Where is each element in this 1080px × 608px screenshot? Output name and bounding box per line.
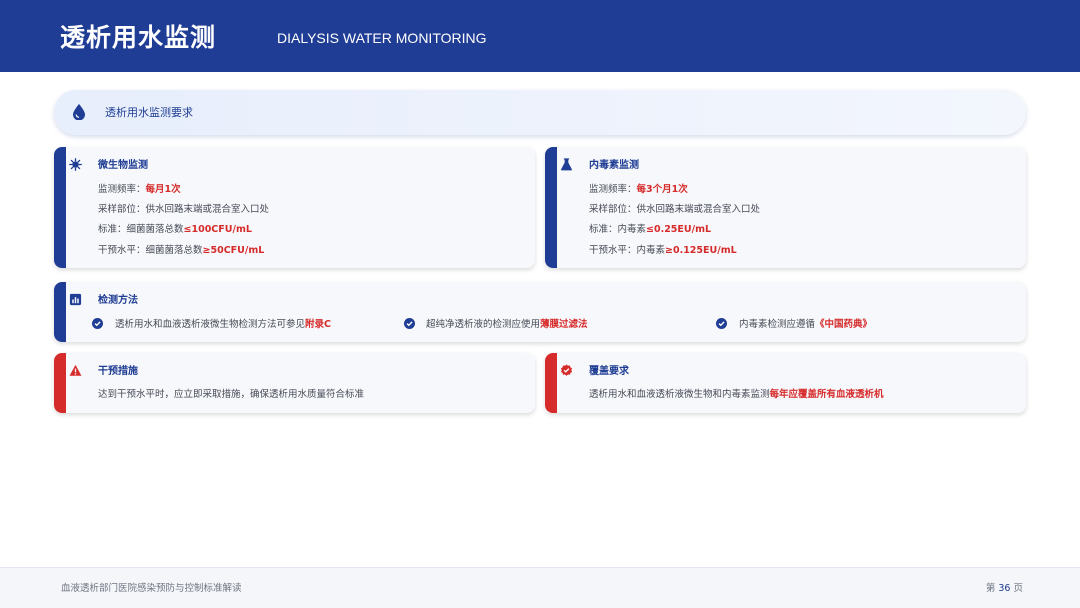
warning-icon: [69, 364, 82, 376]
method-item-text: 透析用水和血液透析液微生物检测方法可参见: [115, 319, 306, 330]
check-circle-icon: [716, 318, 727, 329]
methods-card-title: 检测方法: [98, 295, 138, 306]
coverage-text-body: 透析用水和血液透析液微生物和内毒素监测: [589, 389, 770, 400]
card-accent-bar: [54, 353, 66, 413]
intervention-text: 达到干预水平时，应立即采取措施，确保透析用水质量符合标准: [98, 389, 365, 400]
coverage-highlight: 每年应覆盖所有血液透析机: [769, 389, 884, 400]
page-subtitle: DIALYSIS WATER MONITORING: [277, 30, 487, 46]
check-circle-icon: [92, 318, 103, 329]
card-accent-bar: [545, 147, 557, 268]
endotoxin-standard: 标准：内毒素≤0.25EU/mL: [589, 224, 711, 236]
page-suffix: 页: [1013, 583, 1023, 594]
standard-label: 标准：内毒素: [589, 224, 647, 235]
microbe-standard: 标准：细菌菌落总数≤100CFU/mL: [98, 224, 252, 236]
coverage-text: 透析用水和血液透析液微生物和内毒素监测每年应覆盖所有血液透析机: [589, 389, 884, 401]
endotoxin-frequency: 监测频率：每3个月1次: [589, 184, 688, 196]
frequency-label: 监测频率：: [98, 184, 146, 195]
banner-title: 透析用水监测要求: [105, 106, 193, 119]
microbe-sampling-site: 采样部位：供水回路末端或混合室入口处: [98, 204, 270, 215]
card-accent-bar: [545, 353, 557, 413]
microbe-icon: [69, 158, 82, 171]
standard-label: 标准：细菌菌落总数: [98, 224, 184, 235]
coverage-card: 覆盖要求 透析用水和血液透析液微生物和内毒素监测每年应覆盖所有血液透析机: [545, 353, 1026, 413]
intervention-card-title: 干预措施: [98, 366, 138, 377]
endotoxin-monitoring-card: 内毒素监测 监测频率：每3个月1次 采样部位：供水回路末端或混合室入口处 标准：…: [545, 147, 1026, 268]
section-banner: 透析用水监测要求: [54, 90, 1026, 135]
standard-value: ≤100CFU/mL: [183, 224, 252, 235]
standard-value: ≤0.25EU/mL: [646, 224, 712, 235]
action-level-label: 干预水平：内毒素: [589, 245, 666, 256]
header-bar: 透析用水监测 DIALYSIS WATER MONITORING: [0, 0, 1080, 72]
detection-methods-card: 检测方法 透析用水和血液透析液微生物检测方法可参见附录C 超纯净透析液的检测应使…: [54, 282, 1026, 342]
method-item-text: 内毒素检测应遵循: [739, 319, 816, 330]
endotoxin-action-level: 干预水平：内毒素≥0.125EU/mL: [589, 245, 737, 257]
microbe-monitoring-card: 微生物监测 监测频率：每月1次 采样部位：供水回路末端或混合室入口处 标准：细菌…: [54, 147, 535, 268]
page-number-value: 36: [998, 583, 1011, 594]
page-prefix: 第: [985, 583, 996, 594]
page-title: 透析用水监测: [60, 23, 217, 52]
method-item-text: 超纯净透析液的检测应使用: [426, 319, 541, 330]
microbe-frequency: 监测频率：每月1次: [98, 184, 181, 196]
method-item-highlight: 附录C: [305, 319, 331, 330]
action-level-label: 干预水平：细菌菌落总数: [98, 245, 203, 256]
chart-icon: [69, 293, 82, 306]
microbe-card-title: 微生物监测: [98, 160, 148, 171]
method-item-1: 透析用水和血液透析液微生物检测方法可参见附录C: [115, 319, 331, 331]
method-item-2: 超纯净透析液的检测应使用薄膜过滤法: [426, 319, 588, 331]
method-item-highlight: 薄膜过滤法: [540, 319, 588, 330]
endotoxin-card-title: 内毒素监测: [589, 160, 639, 171]
method-item-3: 内毒素检测应遵循《中国药典》: [739, 319, 872, 331]
verified-badge-icon: [560, 364, 573, 376]
action-level-value: ≥50CFU/mL: [202, 245, 265, 256]
card-accent-bar: [54, 147, 66, 268]
frequency-value: 每月1次: [145, 184, 181, 195]
microbe-action-level: 干预水平：细菌菌落总数≥50CFU/mL: [98, 245, 264, 257]
frequency-label: 监测频率：: [589, 184, 637, 195]
flask-icon: [561, 158, 572, 171]
footer-bar: 血液透析部门医院感染预防与控制标准解读 第 36 页: [0, 567, 1080, 608]
intervention-card: 干预措施 达到干预水平时，应立即采取措施，确保透析用水质量符合标准: [54, 353, 535, 413]
check-circle-icon: [404, 318, 415, 329]
action-level-value: ≥0.125EU/mL: [665, 245, 737, 256]
water-drop-icon: [73, 104, 85, 120]
method-item-highlight: 《中国药典》: [815, 319, 873, 330]
endotoxin-sampling-site: 采样部位：供水回路末端或混合室入口处: [589, 204, 761, 215]
card-accent-bar: [54, 282, 66, 342]
frequency-value: 每3个月1次: [636, 184, 688, 195]
page-number: 第 36 页: [986, 583, 1023, 595]
coverage-card-title: 覆盖要求: [589, 366, 629, 377]
footer-document-title: 血液透析部门医院感染预防与控制标准解读: [61, 583, 242, 594]
